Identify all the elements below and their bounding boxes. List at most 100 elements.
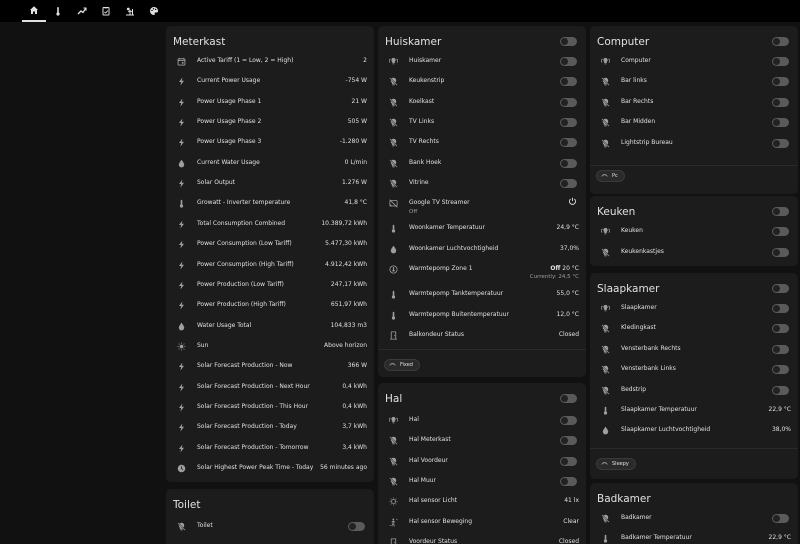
entity-row-power-production-low-tariff[interactable]: Power Production (Low Tariff) 247,17 kWh	[166, 276, 374, 296]
entity-row-power-usage-phase-1[interactable]: Power Usage Phase 1 21 W	[166, 93, 374, 113]
header-toggle[interactable]	[560, 394, 577, 403]
toggle-switch[interactable]	[560, 436, 577, 446]
entity-row-power-production-high-tariff[interactable]: Power Production (High Tariff) 651,97 kWh	[166, 296, 374, 316]
entity-row-huiskamer[interactable]: Huiskamer	[378, 52, 586, 72]
entity-row-sun[interactable]: Sun Above horizon	[166, 337, 374, 357]
entity-row-koelkast[interactable]: Koelkast	[378, 93, 586, 113]
entity-row-hal[interactable]: Hal	[378, 411, 586, 431]
entity-row-hal-muur[interactable]: Hal Muur	[378, 472, 586, 492]
entity-row-hal-voordeur[interactable]: Hal Voordeur	[378, 452, 586, 472]
toggle-switch[interactable]	[772, 514, 789, 523]
tab-thermometer[interactable]	[46, 0, 70, 22]
entity-row-solar-highest-power-peak-time-today[interactable]: Solar Highest Power Peak Time - Today 56 …	[166, 459, 374, 479]
entity-row-bank-hoek[interactable]: Bank Hoek	[378, 154, 586, 174]
entity-row-water-usage-total[interactable]: Water Usage Total 104,833 m3	[166, 317, 374, 337]
toggle-switch[interactable]	[772, 138, 789, 148]
entity-row-power-consumption-high-tariff[interactable]: Power Consumption (High Tariff) 4.912,42 …	[166, 256, 374, 276]
entity-row-solar-forecast-production-next-hour[interactable]: Solar Forecast Production - Next Hour 0,4…	[166, 378, 374, 398]
entity-row-active-tariff-1-low-2-high[interactable]: Active Tariff (1 = Low, 2 = High) 2	[166, 52, 374, 72]
entity-row-tv-links[interactable]: TV Links	[378, 113, 586, 133]
entity-row-slaapkamer-temperatuur[interactable]: Slaapkamer Temperatuur 22,9 °C	[590, 401, 798, 421]
toggle-switch[interactable]	[772, 118, 789, 128]
tab-outdoor[interactable]	[118, 0, 142, 22]
entity-row-power-consumption-low-tariff[interactable]: Power Consumption (Low Tariff) 5.477,30 k…	[166, 235, 374, 255]
entity-row-woonkamer-temperatuur[interactable]: Woonkamer Temperatuur 24,9 °C	[378, 219, 586, 239]
toggle-switch[interactable]	[560, 178, 577, 188]
entity-row-solar-forecast-production-tomorrow[interactable]: Solar Forecast Production - Tomorrow 3,4 …	[166, 439, 374, 459]
toggle-switch[interactable]	[772, 365, 789, 375]
entity-row-voordeur-status[interactable]: Voordeur Status Closed	[378, 533, 586, 544]
entity-row-warmtepomp-tanktemperatuur[interactable]: Warmtepomp Tanktemperatuur 55,0 °C	[378, 285, 586, 305]
header-toggle[interactable]	[772, 207, 789, 216]
header-toggle[interactable]	[772, 284, 789, 293]
toggle-switch[interactable]	[772, 77, 789, 87]
entity-row-bar-midden[interactable]: Bar Midden	[590, 113, 798, 133]
scene-chip-pc[interactable]: Pc	[596, 170, 625, 182]
entity-row-total-consumption-combined[interactable]: Total Consumption Combined 10.389,72 kWh	[166, 215, 374, 235]
toggle-switch[interactable]	[560, 57, 577, 66]
entity-row-bar-rechts[interactable]: Bar Rechts	[590, 93, 798, 113]
entity-row-keukenkastjes[interactable]: Keukenkastjes	[590, 243, 798, 263]
entity-row-google-tv-streamer[interactable]: Google TV Streamer Off	[378, 194, 586, 215]
entity-name: Hal	[409, 416, 419, 423]
entity-row-badkamer[interactable]: Badkamer	[590, 509, 798, 529]
entity-row-current-water-usage[interactable]: Current Water Usage 0 L/min	[166, 154, 374, 174]
entity-row-hal-sensor-licht[interactable]: Hal sensor Licht 41 lx	[378, 492, 586, 512]
entity-row-kledingkast[interactable]: Kledingkast	[590, 319, 798, 339]
toggle-switch[interactable]	[772, 57, 789, 66]
toggle-switch[interactable]	[772, 344, 789, 354]
entity-row-power-usage-phase-2[interactable]: Power Usage Phase 2 505 W	[166, 113, 374, 133]
scene-chip-fixed[interactable]: Fixed	[384, 359, 420, 371]
tab-logbook[interactable]	[94, 0, 118, 22]
entity-row-keuken[interactable]: Keuken	[590, 222, 798, 242]
entity-row-bar-links[interactable]: Bar links	[590, 72, 798, 92]
entity-row-warmtepomp-buitentemperatuur[interactable]: Warmtepomp Buitentemperatuur 12,0 °C	[378, 306, 586, 326]
entity-row-bedstrip[interactable]: Bedstrip	[590, 381, 798, 401]
entity-row-slaapkamer-luchtvochtigheid[interactable]: Slaapkamer Luchtvochtigheid 38,0%	[590, 421, 798, 441]
entity-row-solar-forecast-production-today[interactable]: Solar Forecast Production - Today 3,7 kWh	[166, 418, 374, 438]
header-toggle[interactable]	[560, 37, 577, 46]
toggle-switch[interactable]	[772, 247, 789, 257]
toggle-switch[interactable]	[560, 476, 577, 486]
entity-row-current-power-usage[interactable]: Current Power Usage -754 W	[166, 72, 374, 92]
toggle-switch[interactable]	[772, 385, 789, 395]
entity-row-solar-forecast-production-this-hour[interactable]: Solar Forecast Production - This Hour 0,4…	[166, 398, 374, 418]
entity-row-badkamer-temperatuur[interactable]: Badkamer Temperatuur 22,9 °C	[590, 529, 798, 544]
entity-row-woonkamer-luchtvochtigheid[interactable]: Woonkamer Luchtvochtigheid 37,0%	[378, 240, 586, 260]
entity-row-keukenstrip[interactable]: Keukenstrip	[378, 72, 586, 92]
scene-chip-sleepy[interactable]: Sleepy	[596, 458, 636, 470]
toggle-switch[interactable]	[560, 158, 577, 168]
tab-energy[interactable]	[70, 0, 94, 22]
entity-row-solar-output[interactable]: Solar Output 1.276 W	[166, 174, 374, 194]
toggle-switch[interactable]	[560, 138, 577, 148]
toggle-switch[interactable]	[560, 416, 577, 425]
toggle-switch[interactable]	[772, 227, 789, 236]
power-icon[interactable]	[568, 197, 577, 206]
entity-row-tv-rechts[interactable]: TV Rechts	[378, 133, 586, 153]
entity-row-vitrine[interactable]: Vitrine	[378, 174, 586, 194]
entity-row-vensterbank-rechts[interactable]: Vensterbank Rechts	[590, 340, 798, 360]
entity-row-growatt-inverter-temperature[interactable]: Growatt - Inverter temperature 41,8 °C	[166, 194, 374, 214]
toggle-switch[interactable]	[772, 97, 789, 107]
entity-row-balkondeur-status[interactable]: Balkondeur Status Closed	[378, 326, 586, 346]
toggle-switch[interactable]	[772, 304, 789, 313]
entity-row-vensterbank-links[interactable]: Vensterbank Links	[590, 360, 798, 380]
entity-row-toilet[interactable]: Toilet	[166, 517, 374, 537]
entity-row-solar-forecast-production-now[interactable]: Solar Forecast Production - Now 366 W	[166, 357, 374, 377]
tab-themes[interactable]	[142, 0, 166, 22]
entity-row-slaapkamer[interactable]: Slaapkamer	[590, 299, 798, 319]
header-toggle[interactable]	[772, 37, 789, 46]
entity-row-lightstrip-bureau[interactable]: Lightstrip Bureau	[590, 134, 798, 154]
toggle-switch[interactable]	[560, 77, 577, 87]
toggle-switch[interactable]	[348, 522, 365, 531]
entity-row-hal-sensor-beweging[interactable]: Hal sensor Beweging Clear	[378, 513, 586, 533]
toggle-switch[interactable]	[560, 117, 577, 127]
tab-home[interactable]	[22, 0, 46, 22]
entity-row-computer[interactable]: Computer	[590, 52, 798, 72]
entity-row-power-usage-phase-3[interactable]: Power Usage Phase 3 -1.280 W	[166, 133, 374, 153]
toggle-switch[interactable]	[560, 456, 577, 466]
entity-row-hal-meterkast[interactable]: Hal Meterkast	[378, 431, 586, 451]
toggle-switch[interactable]	[560, 97, 577, 107]
entity-row-warmtepomp-zone-1[interactable]: Warmtepomp Zone 1 Off 20 °C Currently: 24,…	[378, 260, 586, 280]
toggle-switch[interactable]	[772, 324, 789, 334]
